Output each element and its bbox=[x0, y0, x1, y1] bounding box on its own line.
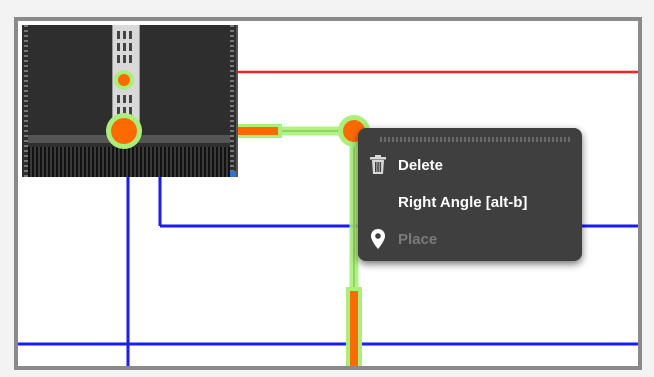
device-component[interactable] bbox=[22, 25, 238, 177]
menu-item-label: Right Angle [alt-b] bbox=[398, 193, 528, 211]
menu-item-label: Place bbox=[398, 230, 438, 248]
trash-icon bbox=[358, 150, 398, 180]
device-pin bbox=[117, 107, 135, 115]
device-pin bbox=[117, 31, 135, 39]
device-column bbox=[112, 25, 140, 143]
device-pin bbox=[117, 55, 135, 63]
menu-item-place[interactable]: Place bbox=[358, 224, 582, 254]
device-pin bbox=[117, 95, 135, 103]
device-shelf bbox=[28, 135, 230, 143]
location-pin-icon bbox=[358, 224, 398, 254]
menu-item-delete[interactable]: Delete bbox=[358, 150, 582, 180]
device-pin bbox=[117, 43, 135, 51]
resize-handle[interactable] bbox=[230, 171, 236, 177]
menu-drag-grip[interactable] bbox=[380, 137, 570, 142]
context-menu: Delete Right Angle [alt-b] Place bbox=[358, 128, 582, 261]
menu-item-right-angle[interactable]: Right Angle [alt-b] bbox=[358, 187, 582, 217]
device-grill bbox=[28, 147, 230, 177]
device-rail-right bbox=[230, 25, 234, 177]
menu-item-label: Delete bbox=[398, 156, 444, 174]
